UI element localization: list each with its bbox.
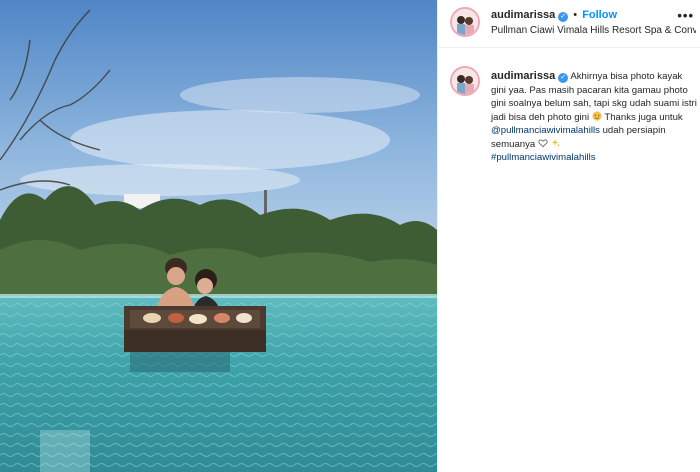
more-options-icon[interactable]: ••• — [677, 8, 694, 23]
avatar-image — [452, 68, 478, 94]
pool-scene — [0, 0, 437, 472]
sparkles-emoji-icon — [551, 138, 560, 147]
verified-badge-icon: ✓ — [558, 12, 569, 22]
username[interactable]: audimarissa — [491, 9, 555, 21]
follow-button[interactable]: Follow — [582, 9, 617, 21]
header-user-row: audimarissa ✓ • Follow — [491, 9, 617, 22]
caption-text: audimarissa ✓ Akhirnya bisa photo kayak g… — [491, 70, 699, 165]
hashtag-link[interactable]: #pullmanciawivimalahills — [491, 152, 596, 163]
blush-emoji-icon — [592, 110, 602, 121]
post-photo[interactable] — [0, 0, 437, 472]
caption-username[interactable]: audimarissa — [491, 70, 555, 82]
caption-body-2: Thanks juga untuk — [604, 111, 683, 123]
heart-emoji-icon — [538, 139, 548, 147]
avatar-image — [452, 9, 478, 35]
caption-avatar[interactable] — [450, 66, 480, 96]
mention-link[interactable]: @pullmanciawivimalahills — [491, 125, 600, 136]
separator: • — [573, 9, 578, 21]
verified-badge-icon: ✓ — [558, 73, 569, 83]
post-sidebar: audimarissa ✓ • Follow Pullman Ciawi Vima… — [437, 0, 700, 472]
avatar[interactable] — [450, 7, 480, 37]
location-link[interactable]: Pullman Ciawi Vimala Hills Resort Spa & … — [491, 25, 696, 36]
post-header: audimarissa ✓ • Follow Pullman Ciawi Vima… — [438, 0, 700, 48]
